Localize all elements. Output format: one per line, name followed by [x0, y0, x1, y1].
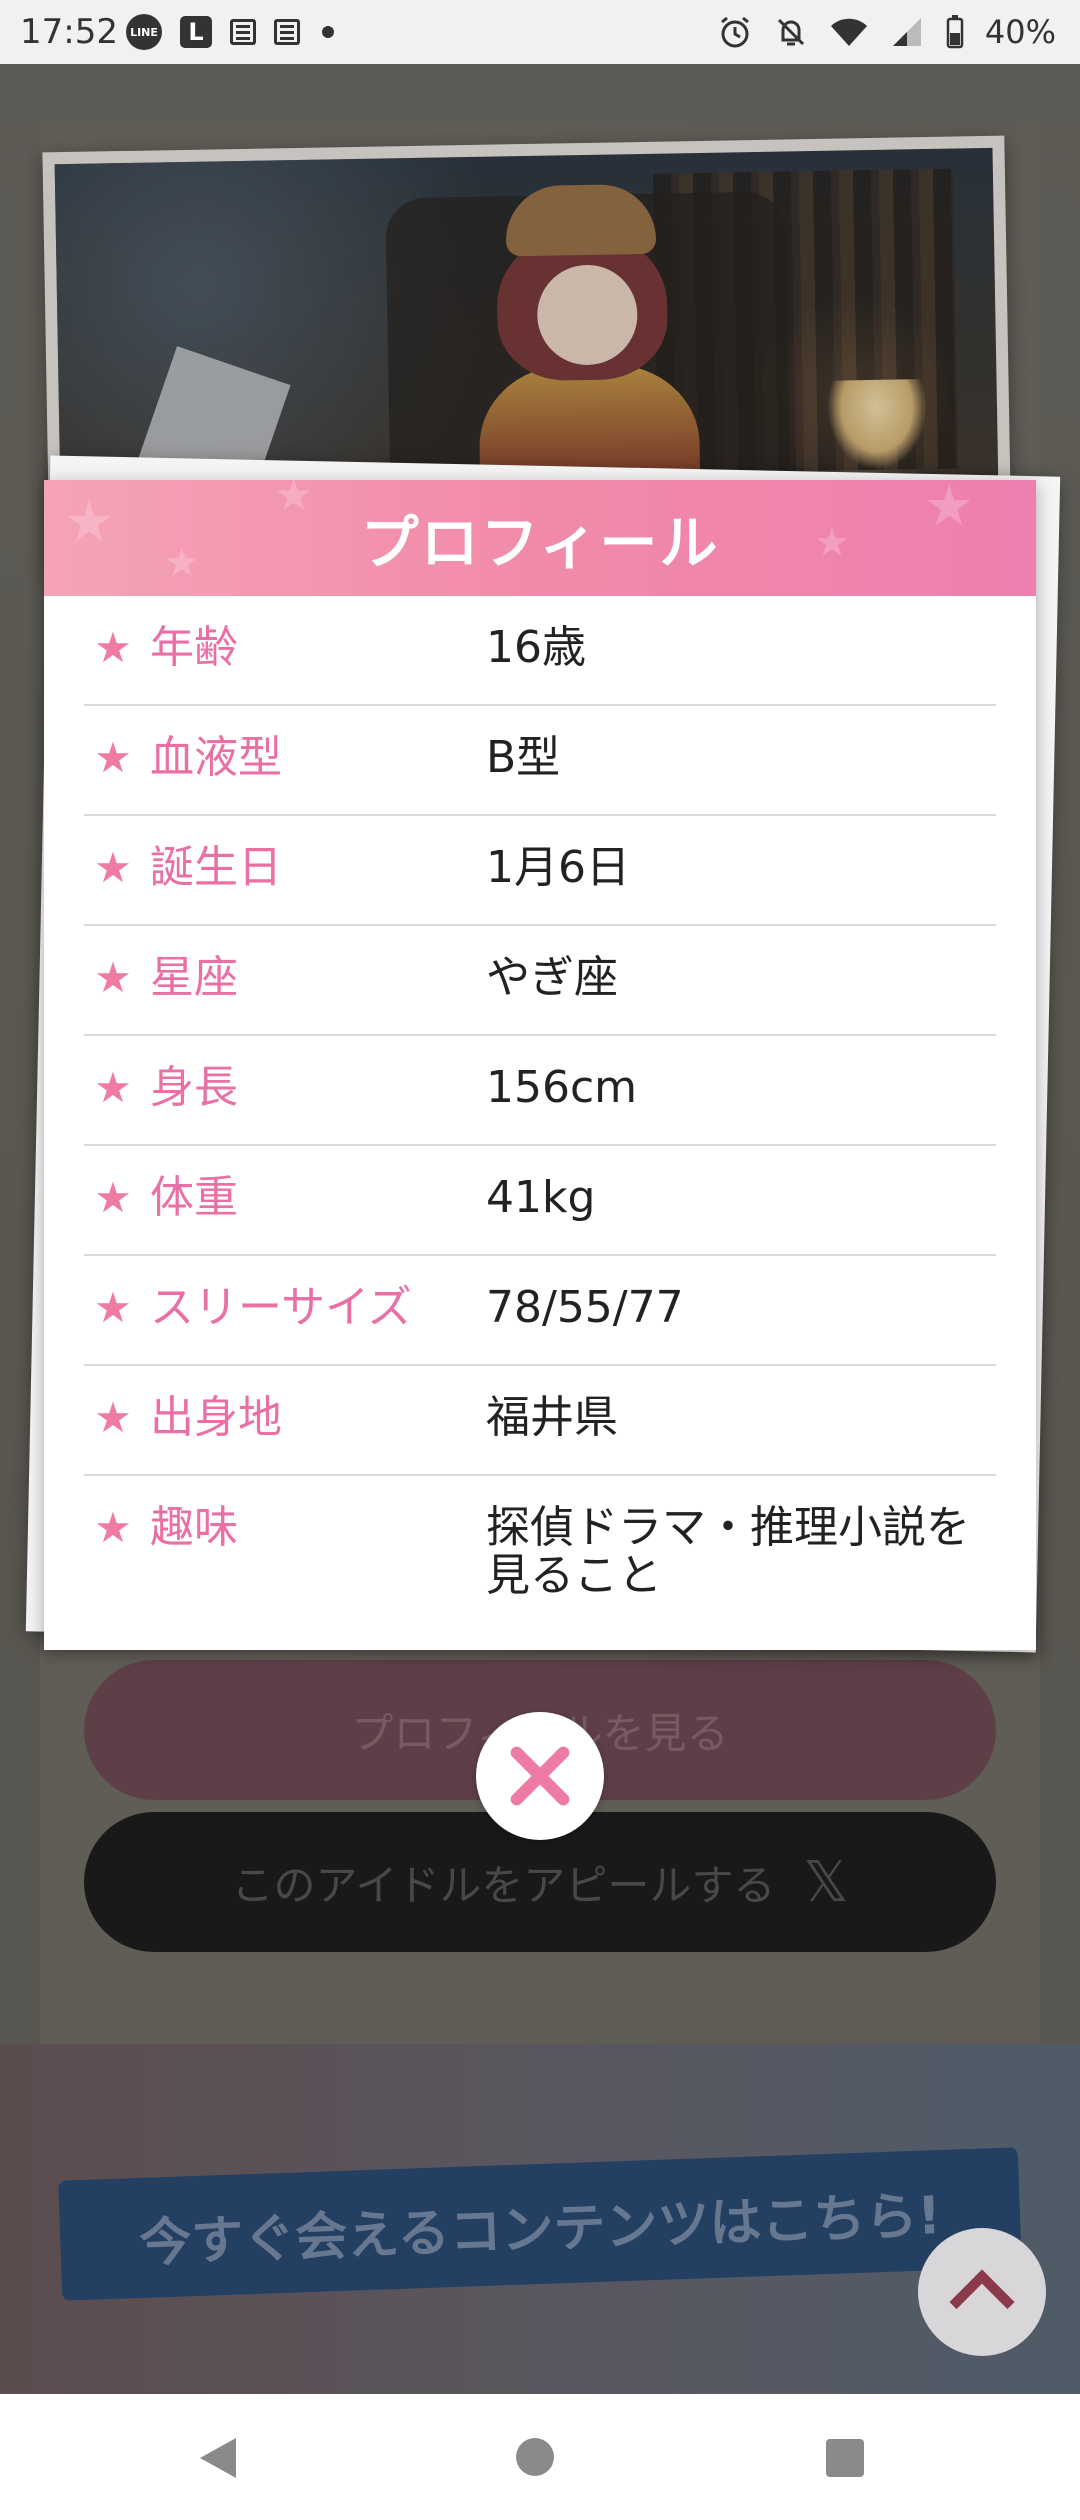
profile-label: 趣味: [150, 1502, 238, 1553]
profile-value: 41kg: [486, 1172, 596, 1223]
profile-label: 星座: [150, 952, 238, 1003]
star-icon: ★: [94, 733, 132, 782]
star-decoration-icon: ★: [924, 480, 975, 539]
battery-percent: 40%: [984, 13, 1056, 51]
star-decoration-icon: ★: [814, 520, 850, 566]
star-icon: ★: [94, 1283, 132, 1332]
modal-title: プロフィール: [360, 509, 720, 577]
profile-value: 1月6日: [486, 842, 630, 893]
profile-label: 体重: [150, 1172, 238, 1223]
profile-label: 誕生日: [150, 842, 282, 893]
home-icon[interactable]: [516, 2438, 554, 2476]
news-icon: [274, 19, 300, 45]
line-icon: LINE: [126, 14, 162, 50]
close-icon: [505, 1741, 575, 1811]
profile-value: 156cm: [486, 1062, 638, 1113]
star-icon: ★: [94, 1503, 132, 1552]
profile-value: 16歳: [486, 622, 586, 673]
navigation-bar: [0, 2394, 1080, 2520]
profile-label: 年齢: [150, 622, 238, 673]
star-decoration-icon: ★: [164, 540, 200, 586]
profile-row-height: ★ 身長 156cm: [84, 1036, 996, 1146]
status-time: 17:52: [20, 12, 118, 52]
star-icon: ★: [94, 1063, 132, 1112]
close-modal-button[interactable]: [476, 1712, 604, 1840]
alarm-icon: [720, 16, 749, 48]
profile-value: やぎ座: [486, 952, 618, 1003]
dot-icon: [322, 26, 334, 38]
modal-header: ★ ★ ★ ★ ★ プロフィール: [44, 480, 1036, 596]
status-bar: 17:52 LINE L 40%: [0, 0, 1080, 64]
star-icon: ★: [94, 843, 132, 892]
profile-row-age: ★ 年齢 16歳: [84, 596, 996, 706]
profile-value: 探偵ドラマ・推理小説を見ること: [486, 1502, 970, 1601]
star-icon: ★: [94, 953, 132, 1002]
profile-row-hometown: ★ 出身地 福井県: [84, 1366, 996, 1476]
profile-modal: ★ ★ ★ ★ ★ プロフィール ★ 年齢 16歳 ★ 血液型 B型 ★ 誕生日…: [44, 480, 1036, 1650]
profile-list: ★ 年齢 16歳 ★ 血液型 B型 ★ 誕生日 1月6日 ★ 星座 やぎ座 ★ …: [84, 596, 996, 1636]
l-app-icon: L: [180, 16, 212, 48]
profile-label: 血液型: [150, 732, 282, 783]
profile-row-blood-type: ★ 血液型 B型: [84, 706, 996, 816]
profile-row-three-sizes: ★ スリーサイズ 78/55/77: [84, 1256, 996, 1366]
profile-value: 福井県: [486, 1392, 618, 1443]
system-icons: 40%: [717, 10, 1056, 54]
battery-icon: [946, 15, 964, 49]
profile-value: B型: [486, 732, 561, 783]
profile-row-weight: ★ 体重 41kg: [84, 1146, 996, 1256]
star-decoration-icon: ★: [274, 480, 314, 521]
star-decoration-icon: ★: [64, 490, 115, 555]
profile-row-hobby: ★ 趣味 探偵ドラマ・推理小説を見ること: [84, 1476, 996, 1636]
wifi-icon: [830, 18, 867, 46]
notification-icons: LINE L: [126, 14, 334, 50]
profile-label: 身長: [150, 1062, 238, 1113]
chevron-up-icon: [949, 2269, 1015, 2335]
signal-icon: [892, 18, 921, 46]
star-icon: ★: [94, 1393, 132, 1442]
profile-label: スリーサイズ: [150, 1282, 412, 1333]
profile-label: 出身地: [150, 1392, 282, 1443]
scroll-to-top-button[interactable]: [918, 2228, 1046, 2356]
star-icon: ★: [94, 1173, 132, 1222]
bell-off-icon: [777, 18, 804, 46]
star-icon: ★: [94, 623, 132, 672]
back-icon[interactable]: [200, 2438, 236, 2478]
recents-icon[interactable]: [826, 2439, 864, 2477]
profile-row-birthday: ★ 誕生日 1月6日: [84, 816, 996, 926]
profile-row-zodiac: ★ 星座 やぎ座: [84, 926, 996, 1036]
news-icon: [230, 19, 256, 45]
profile-value: 78/55/77: [486, 1282, 684, 1333]
